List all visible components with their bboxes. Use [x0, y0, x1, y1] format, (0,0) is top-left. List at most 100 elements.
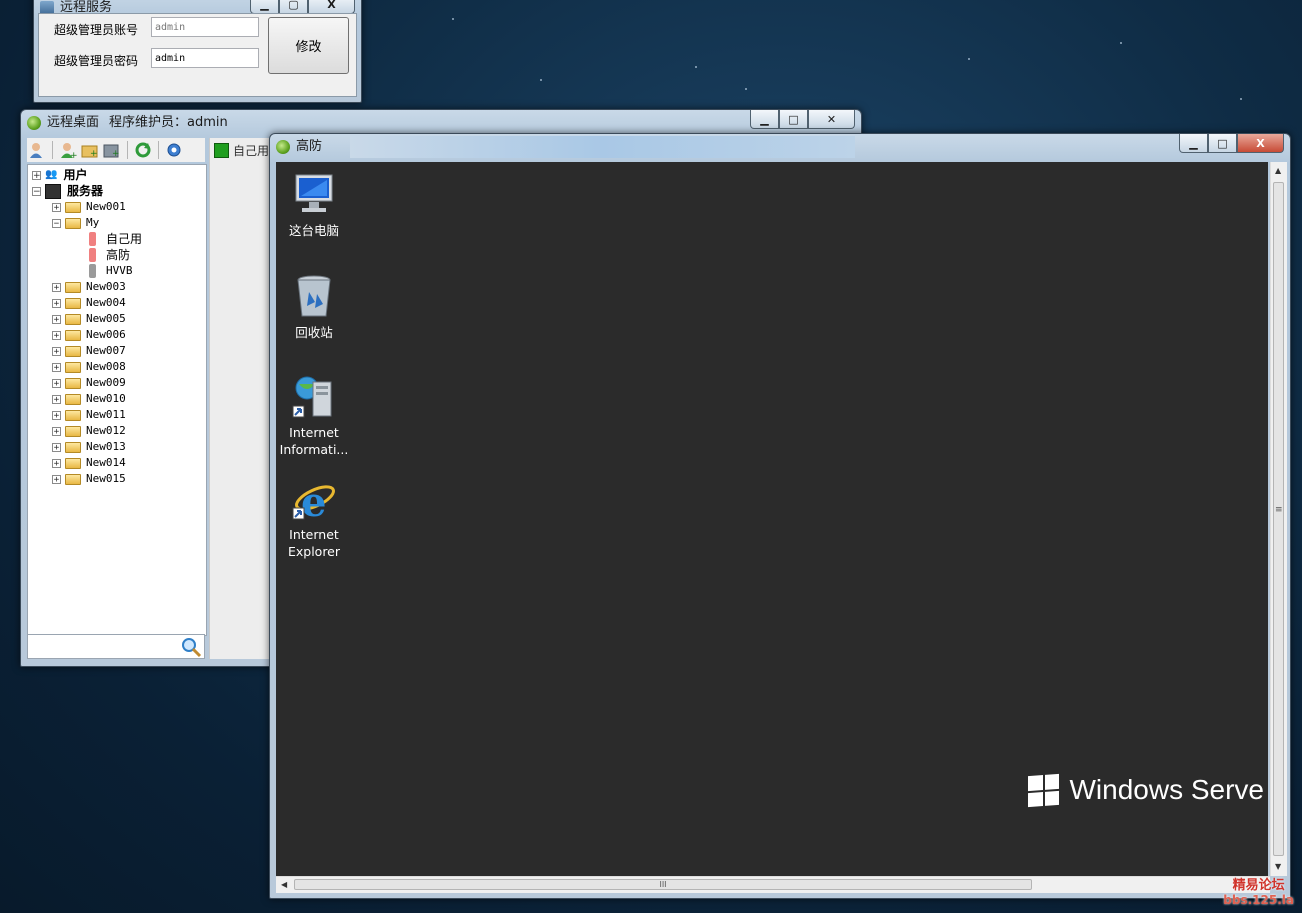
toolbar-separator	[127, 141, 128, 159]
svg-text:+: +	[90, 149, 98, 159]
expand-icon[interactable]: +	[52, 314, 61, 324]
close-button[interactable]: X	[1237, 134, 1284, 153]
tree-folder[interactable]: + New008	[52, 359, 126, 375]
refresh-icon[interactable]	[133, 140, 153, 160]
windows-logo-icon	[1028, 773, 1060, 807]
horizontal-scrollbar[interactable]: ◀ III	[276, 876, 1270, 893]
tree-folder[interactable]: + New009	[52, 375, 126, 391]
folder-icon	[65, 217, 81, 229]
folder-icon	[65, 473, 81, 485]
expand-icon[interactable]: +	[52, 458, 61, 468]
expand-icon[interactable]: +	[52, 426, 61, 436]
minimize-button[interactable]: ▁	[1179, 134, 1208, 153]
tree-folder[interactable]: + New012	[52, 423, 126, 439]
server-label: HVVB	[106, 264, 133, 277]
password-label: 超级管理员密码	[54, 54, 139, 68]
desktop-icon-recycle-bin[interactable]: 回收站	[276, 274, 352, 341]
folder-icon	[65, 457, 81, 469]
server-label: 高防	[106, 248, 131, 262]
tree-folder[interactable]: + New015	[52, 471, 126, 487]
expand-icon[interactable]: +	[52, 442, 61, 452]
folder-label: New001	[86, 200, 126, 213]
session-tab[interactable]: 自己用	[214, 142, 269, 159]
tree-folder[interactable]: + New001	[52, 199, 126, 215]
svg-text:e: e	[301, 479, 326, 522]
desktop-icon-internet-explorer[interactable]: e Internet Explorer	[276, 476, 352, 560]
horizontal-scroll-thumb[interactable]: III	[294, 879, 1032, 890]
tree-folder[interactable]: + New004	[52, 295, 126, 311]
add-folder-icon[interactable]: +	[80, 140, 100, 160]
folder-icon	[65, 377, 81, 389]
scroll-up-icon[interactable]: ▲	[1275, 166, 1281, 175]
tree-folder[interactable]: + New007	[52, 343, 126, 359]
maximize-button[interactable]: □	[779, 110, 808, 129]
desktop-icon-iis-manager[interactable]: Internet Informati...	[276, 374, 352, 458]
minimize-button[interactable]: ▁	[750, 110, 779, 129]
admin-window-caption-buttons: ▁ ▢ X	[250, 0, 355, 14]
admin-settings-window: 远程服务 ▁ ▢ X 超级管理员账号 超级管理员密码 修改	[33, 0, 362, 103]
watermark-title: 精易论坛	[1232, 878, 1285, 893]
maximize-button[interactable]: ▢	[279, 0, 308, 14]
user-icon[interactable]	[27, 140, 47, 160]
desktop-icon-this-pc[interactable]: 这台电脑	[276, 172, 352, 239]
folder-icon	[65, 393, 81, 405]
vertical-scrollbar[interactable]: ▲ ≡ ▼	[1270, 162, 1287, 876]
expand-icon[interactable]: +	[52, 282, 61, 292]
tree-folder[interactable]: + New011	[52, 407, 126, 423]
tree-search-input[interactable]	[27, 634, 205, 659]
close-button[interactable]: ✕	[808, 110, 855, 129]
add-user-icon[interactable]: +	[58, 140, 78, 160]
settings-icon[interactable]	[164, 140, 184, 160]
scroll-left-icon[interactable]: ◀	[281, 880, 287, 889]
expand-icon[interactable]: +	[52, 202, 61, 212]
tree-folder[interactable]: + New010	[52, 391, 126, 407]
scroll-down-icon[interactable]: ▼	[1275, 862, 1281, 871]
remote-desktop[interactable]: 这台电脑 回收站 Internet Informati... e Interne…	[276, 162, 1268, 876]
tree-server-item[interactable]: 自己用	[89, 231, 142, 247]
expand-icon[interactable]: +	[52, 410, 61, 420]
tree-folder[interactable]: + New005	[52, 311, 126, 327]
folder-label: New013	[86, 440, 126, 453]
folder-icon	[65, 329, 81, 341]
tree-node-servers[interactable]: − 服务器	[32, 183, 103, 199]
folder-label: New003	[86, 280, 126, 293]
folder-icon	[65, 441, 81, 453]
os-brand-text: Windows Serve	[1069, 774, 1264, 805]
windows-server-logo: Windows Serve	[1028, 773, 1264, 807]
remote-session-window: 高防 ▁ □ X 这台电脑 回收站 Internet Informati...	[269, 133, 1291, 899]
collapse-icon[interactable]: −	[32, 186, 41, 196]
tree-server-item[interactable]: HVVB	[89, 263, 133, 279]
expand-icon[interactable]: +	[52, 346, 61, 356]
expand-icon[interactable]: +	[52, 362, 61, 372]
expand-icon[interactable]: +	[52, 474, 61, 484]
icon-label: Internet	[289, 527, 339, 542]
maximize-button[interactable]: □	[1208, 134, 1237, 153]
tree-server-item[interactable]: 高防	[89, 247, 130, 263]
expand-icon[interactable]: +	[52, 298, 61, 308]
server-icon	[89, 232, 96, 246]
collapse-icon[interactable]: −	[52, 218, 61, 228]
server-tree[interactable]: + 👥 用户 − 服务器 + New001 − My 自己用 高防 HVVB + Ne…	[27, 164, 207, 636]
tree-node-users[interactable]: + 👥 用户	[32, 167, 87, 183]
add-server-icon[interactable]: +	[102, 140, 122, 160]
expand-icon[interactable]: +	[52, 378, 61, 388]
tree-folder[interactable]: − My	[52, 215, 99, 231]
expand-icon[interactable]: +	[32, 170, 41, 180]
tree-folder[interactable]: + New003	[52, 279, 126, 295]
svg-text:+: +	[70, 151, 77, 159]
vertical-scroll-thumb[interactable]: ≡	[1273, 182, 1284, 856]
tree-folder[interactable]: + New013	[52, 439, 126, 455]
close-button[interactable]: X	[308, 0, 355, 14]
tree-folder[interactable]: + New014	[52, 455, 126, 471]
tree-folder[interactable]: + New006	[52, 327, 126, 343]
minimize-button[interactable]: ▁	[250, 0, 279, 14]
account-input[interactable]	[151, 17, 259, 37]
session-title: 高防	[296, 139, 323, 154]
password-input[interactable]	[151, 48, 259, 68]
expand-icon[interactable]: +	[52, 394, 61, 404]
search-icon[interactable]	[180, 636, 202, 658]
forum-watermark: 精易论坛 bbs.125.la	[1223, 878, 1294, 908]
manager-title: 远程桌面	[47, 115, 100, 130]
modify-button[interactable]: 修改	[268, 17, 349, 74]
expand-icon[interactable]: +	[52, 330, 61, 340]
